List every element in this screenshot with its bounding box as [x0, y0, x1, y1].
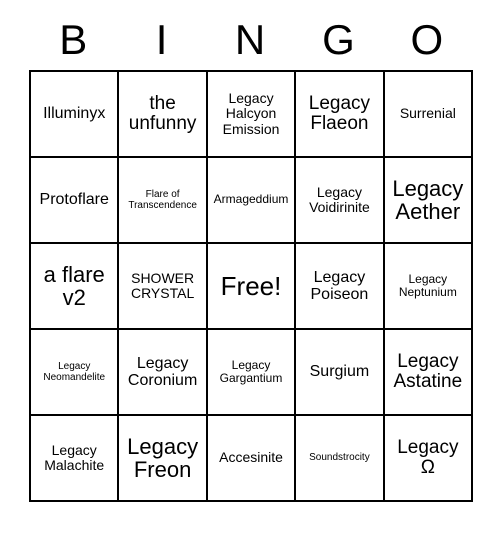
bingo-cell[interactable]: Legacy Neomandelite	[31, 330, 120, 416]
bingo-cell-label: Legacy Flaeon	[308, 92, 371, 134]
bingo-header-letter-g: G	[322, 16, 355, 63]
bingo-cell[interactable]: Soundstrocity	[296, 416, 385, 502]
bingo-cell-label: Legacy Neptunium	[398, 271, 457, 299]
bingo-cell-free[interactable]: Free!	[207, 244, 297, 330]
bingo-cell[interactable]: SHOWER CRYSTAL	[119, 244, 208, 330]
bingo-cell[interactable]: the unfunny	[119, 72, 208, 158]
bingo-cell[interactable]: Legacy Flaeon	[296, 72, 385, 158]
bingo-card: B I N G O Illuminyx the unfunny Legacy H…	[29, 10, 474, 502]
bingo-cell-label: Legacy Freon	[127, 433, 199, 482]
bingo-header-row: B I N G O	[29, 10, 471, 70]
bingo-cell-label: Protoflare	[39, 191, 109, 209]
bingo-cell[interactable]: Legacy Aether	[384, 158, 474, 244]
bingo-cell-label: Legacy Malachite	[44, 441, 105, 473]
bingo-cell[interactable]: Legacy Voidirinite	[296, 158, 385, 244]
bingo-cell[interactable]: Protoflare	[31, 158, 120, 244]
bingo-cell-label: the unfunny	[128, 92, 197, 134]
bingo-cell-label: Accesinite	[219, 449, 283, 466]
bingo-cell-label: Legacy Neomandelite	[43, 360, 106, 384]
bingo-cell-label: Illuminyx	[43, 105, 106, 123]
bingo-cell-label: Legacy Voidirinite	[309, 183, 370, 215]
bingo-header-letter-b: B	[59, 16, 88, 63]
bingo-row: Legacy Malachite Legacy Freon Accesinite…	[31, 416, 474, 502]
bingo-cell[interactable]: Legacy Astatine	[384, 330, 474, 416]
bingo-cell-label: Surrenial	[399, 105, 456, 122]
bingo-grid: Illuminyx the unfunny Legacy Halcyon Emi…	[29, 70, 474, 502]
bingo-cell-label: Free!	[220, 271, 282, 301]
bingo-cell[interactable]: Legacy Malachite	[31, 416, 120, 502]
bingo-cell-label: Legacy Ω	[397, 436, 459, 478]
bingo-cell[interactable]: Legacy Neptunium	[384, 244, 474, 330]
bingo-cell-label: Legacy Halcyon Emission	[222, 89, 280, 137]
bingo-cell[interactable]: Legacy Coronium	[119, 330, 208, 416]
bingo-cell[interactable]: Surrenial	[384, 72, 474, 158]
bingo-row: a flare v2 SHOWER CRYSTAL Free! Legacy P…	[31, 244, 474, 330]
bingo-cell-label: Surgium	[309, 363, 370, 381]
bingo-cell[interactable]: Surgium	[296, 330, 385, 416]
bingo-cell-label: Legacy Gargantium	[219, 357, 283, 385]
bingo-cell[interactable]: Legacy Poiseon	[296, 244, 385, 330]
bingo-cell[interactable]: Legacy Halcyon Emission	[207, 72, 297, 158]
bingo-cell-label: Legacy Astatine	[393, 350, 463, 392]
bingo-header-letter-n: N	[234, 16, 266, 63]
bingo-cell[interactable]: Accesinite	[207, 416, 297, 502]
bingo-cell-label: Armageddium	[213, 192, 289, 207]
bingo-cell-label: Legacy Poiseon	[310, 268, 369, 303]
bingo-cell[interactable]: Flare of Transcendence	[119, 158, 208, 244]
bingo-cell-label: SHOWER CRYSTAL	[130, 269, 195, 301]
bingo-cell[interactable]: Legacy Gargantium	[207, 330, 297, 416]
bingo-row: Protoflare Flare of Transcendence Armage…	[31, 158, 474, 244]
bingo-cell-label: a flare v2	[43, 261, 105, 310]
bingo-row: Illuminyx the unfunny Legacy Halcyon Emi…	[31, 72, 474, 158]
bingo-cell-label: Legacy Coronium	[127, 354, 198, 389]
bingo-cell-label: Soundstrocity	[309, 452, 370, 464]
bingo-header-letter-o: O	[410, 16, 444, 63]
bingo-cell[interactable]: Armageddium	[207, 158, 297, 244]
bingo-cell[interactable]: a flare v2	[31, 244, 120, 330]
bingo-cell[interactable]: Legacy Ω	[384, 416, 474, 502]
bingo-cell[interactable]: Illuminyx	[31, 72, 120, 158]
bingo-cell[interactable]: Legacy Freon	[119, 416, 208, 502]
bingo-row: Legacy Neomandelite Legacy Coronium Lega…	[31, 330, 474, 416]
bingo-header-letter-i: I	[155, 16, 168, 63]
bingo-cell-label: Legacy Aether	[392, 175, 464, 224]
bingo-cell-label: Flare of Transcendence	[128, 188, 197, 212]
